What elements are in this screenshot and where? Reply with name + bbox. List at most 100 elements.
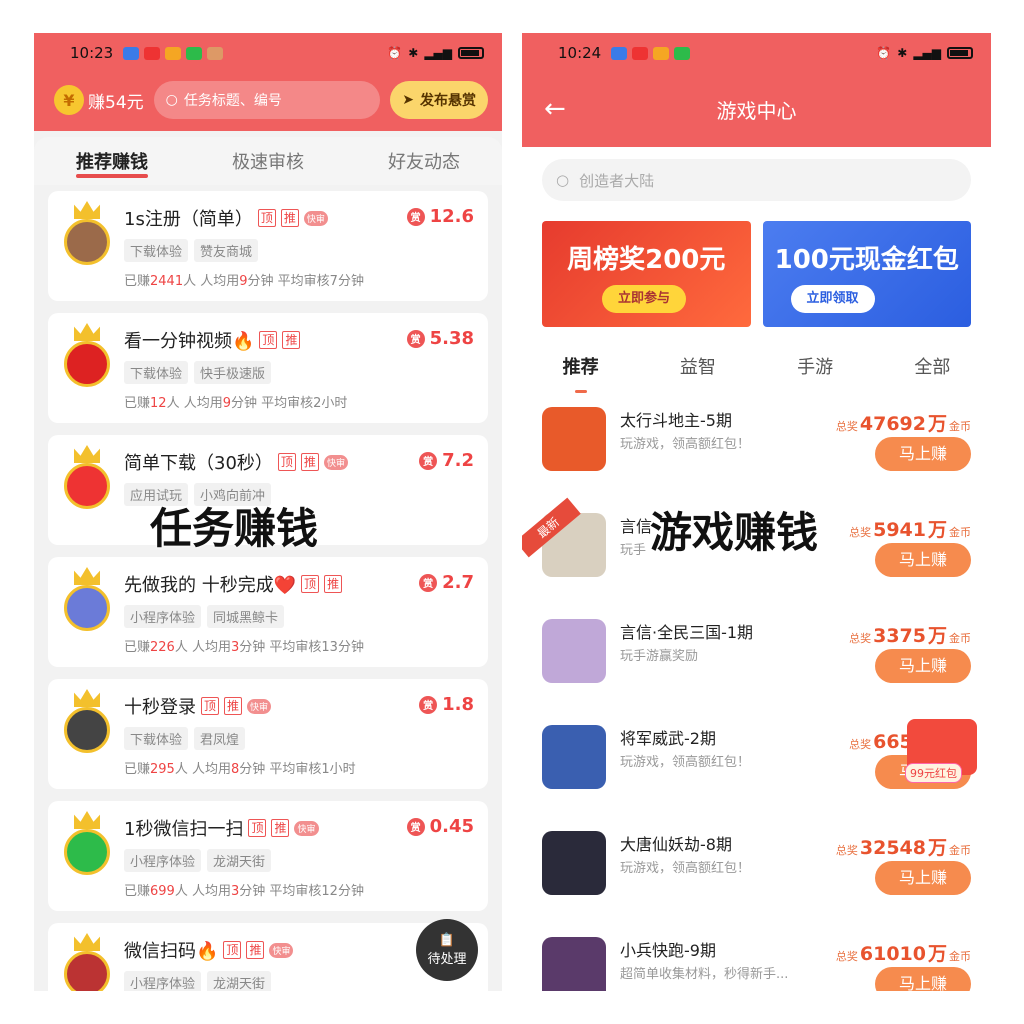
game-name: 言信·全民三国-1期: [620, 623, 754, 642]
game-desc: 玩游戏，领高额红包！: [620, 437, 751, 452]
task-stats: 已赚2441人 人均用9分钟 平均审核7分钟: [124, 274, 364, 289]
reward-amount: 7.2: [442, 450, 474, 471]
avg-review: 12分钟: [321, 884, 364, 899]
fast-review-badge: 快审: [323, 454, 348, 470]
tab-puzzle[interactable]: 益智: [680, 353, 716, 383]
earned-label: 已赚: [124, 396, 151, 411]
search-input[interactable]: ○ 创造者大陆: [542, 159, 971, 201]
crown-icon: [74, 689, 100, 707]
game-center-screen: 10:24 ⏰ ✱ ▂▄▆ ← 游戏中心 ○ 创造者大陆 周榜奖200元 立即参…: [522, 33, 991, 991]
game-prize: 总奖 32548 万金币: [836, 833, 971, 860]
game-icon[interactable]: [542, 725, 606, 789]
publish-reward-button[interactable]: ➤ 发布悬赏: [390, 81, 488, 119]
task-tag: 君凤煌: [194, 727, 246, 750]
alarm-icon: ⏰: [876, 46, 892, 60]
banner-title: 100元现金红包: [774, 245, 959, 275]
pending-label: 待处理: [427, 952, 467, 967]
task-card[interactable]: 看一分钟视频🔥 顶推 赏 5.38 下载体验 快手极速版 已赚12人 人均用9分钟 平均审核…: [48, 313, 488, 423]
wechat-notification-icon: [674, 46, 691, 60]
recommend-tag: 推: [224, 697, 243, 715]
tab-recommended[interactable]: 推荐: [563, 353, 599, 393]
back-arrow-icon[interactable]: ←: [544, 94, 566, 124]
avg-time: 9: [239, 274, 248, 289]
recommend-tag: 推: [282, 331, 301, 349]
earned-count: 699: [150, 884, 175, 899]
task-reward: 赏 12.6: [406, 206, 474, 227]
task-tags: 下载体验 快手极速版: [124, 361, 474, 384]
game-icon[interactable]: [542, 937, 606, 991]
earn-now-button[interactable]: 马上赚: [875, 649, 971, 683]
prize-amount: 61010: [859, 943, 926, 965]
task-avatar: [64, 707, 110, 753]
earn-now-button[interactable]: 马上赚: [875, 543, 971, 577]
tab-mobile-games[interactable]: 手游: [797, 353, 833, 383]
task-tags: 小程序体验 龙湖天街: [124, 849, 474, 872]
task-card[interactable]: 1s注册（简单）顶推快审 赏 12.6 下载体验 赞友商城 已赚2441人 人均用9分钟 …: [48, 191, 488, 301]
tab-recommended[interactable]: 推荐赚钱: [76, 148, 148, 178]
task-title: 看一分钟视频🔥: [124, 331, 255, 352]
prize-suffix: 金币: [949, 950, 971, 963]
task-reward: 赏 7.2: [419, 450, 474, 471]
search-placeholder: 任务标题、编号: [183, 93, 282, 109]
system-icons: ⏰ ✱ ▂▄▆: [876, 46, 973, 60]
crown-icon: [74, 933, 100, 951]
reward-amount: 0.45: [429, 816, 474, 837]
earn-now-button[interactable]: 马上赚: [875, 967, 971, 991]
tab-fast-review[interactable]: 极速审核: [232, 148, 304, 174]
avg-review: 7分钟: [329, 274, 364, 289]
task-reward: 赏 1.8: [419, 694, 474, 715]
recommend-tag: 推: [300, 453, 319, 471]
signal-icon: ▂▄▆: [424, 46, 452, 60]
earn-now-button[interactable]: 马上赚: [875, 861, 971, 895]
tab-all[interactable]: 全部: [914, 353, 950, 383]
game-row[interactable]: 小兵快跑-9期 超简单收集材料，秒得新手... 总奖 61010 万金币 马上赚: [522, 931, 991, 991]
game-prize: 总奖 3375 万金币: [849, 621, 971, 648]
earned-label: 已赚: [124, 274, 151, 289]
game-name: 小兵快跑-9期: [620, 941, 716, 960]
avg-time: 3: [230, 884, 240, 899]
task-card[interactable]: 先做我的 十秒完成❤️ 顶推 赏 2.7 小程序体验 同城黑鲸卡 已赚226人 人均用3分钟…: [48, 557, 488, 667]
game-icon[interactable]: [542, 619, 606, 683]
signal-icon: ▂▄▆: [913, 46, 941, 60]
task-card[interactable]: 1秒微信扫一扫顶推快审 赏 0.45 小程序体验 龙湖天街 已赚699人 人均用3分钟 平…: [48, 801, 488, 911]
search-icon: ○: [165, 92, 178, 108]
reward-amount: 5.38: [429, 328, 474, 349]
reward-icon: 赏: [406, 817, 425, 836]
balance-text[interactable]: 赚54元: [88, 88, 144, 113]
cash-red-packet-banner[interactable]: 100元现金红包 立即领取: [762, 221, 971, 327]
earn-now-button[interactable]: 马上赚: [875, 437, 971, 471]
crown-icon: [74, 201, 100, 219]
avg-time: 9: [222, 396, 231, 411]
top-tag: 顶: [257, 209, 276, 227]
claim-now-button[interactable]: 立即领取: [790, 285, 875, 313]
game-icon[interactable]: [542, 407, 606, 471]
task-avatar: [64, 341, 110, 387]
game-icon[interactable]: [542, 831, 606, 895]
app-notification-icon: [165, 46, 182, 60]
red-packet-icon[interactable]: 99元红包: [905, 719, 977, 783]
task-tag: 下载体验: [124, 361, 189, 384]
game-row[interactable]: 太行斗地主-5期 玩游戏，领高额红包！ 总奖 47692 万金币 马上赚: [522, 401, 991, 507]
game-row[interactable]: 言信·全民三国-1期 玩手游赢奖励 总奖 3375 万金币 马上赚: [522, 613, 991, 719]
app-notification-icon: [123, 46, 140, 60]
reward-amount: 12.6: [429, 206, 474, 227]
search-input[interactable]: ○ 任务标题、编号: [153, 81, 381, 119]
game-prize: 总奖 61010 万金币: [836, 939, 971, 966]
weekly-prize-banner[interactable]: 周榜奖200元 立即参与: [542, 221, 751, 327]
task-card[interactable]: 十秒登录顶推快审 赏 1.8 下载体验 君凤煌 已赚295人 人均用8分钟 平均审核1小时: [48, 679, 488, 789]
recommend-tag: 推: [246, 941, 265, 959]
earned-label: 已赚: [124, 640, 151, 655]
publish-label: 发布悬赏: [420, 93, 476, 109]
red-packet-label: 99元红包: [905, 763, 962, 783]
system-icons: ⏰ ✱ ▂▄▆: [387, 46, 484, 60]
game-list: 太行斗地主-5期 玩游戏，领高额红包！ 总奖 47692 万金币 马上赚 最新 言信· 玩手 总奖…: [522, 401, 991, 991]
tab-friend-activity[interactable]: 好友动态: [388, 148, 460, 174]
task-tag: 下载体验: [124, 727, 189, 750]
page-title: 游戏中心: [716, 98, 797, 123]
task-avatar: [64, 829, 110, 875]
crown-icon: [74, 323, 100, 341]
pending-fab[interactable]: 📋 待处理: [416, 919, 478, 981]
game-row[interactable]: 大唐仙妖劫-8期 玩游戏，领高额红包！ 总奖 32548 万金币 马上赚: [522, 825, 991, 931]
join-now-button[interactable]: 立即参与: [602, 285, 687, 313]
game-row[interactable]: 将军威武-2期玩游戏，领高额红包！总奖6656万金币马上赚99元红包: [522, 719, 991, 825]
